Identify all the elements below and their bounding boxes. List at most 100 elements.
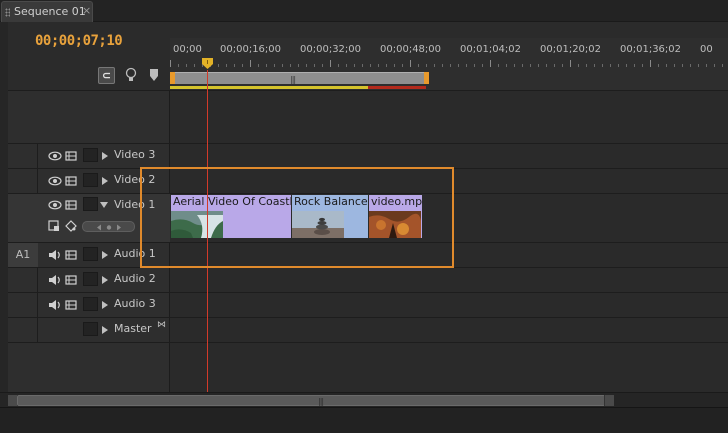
speaker-icon[interactable] (48, 249, 62, 261)
sync-lock-icon[interactable] (65, 176, 77, 186)
ruler-tick (338, 64, 339, 67)
ruler-tick (314, 64, 315, 67)
ruler-tick (482, 64, 483, 67)
ruler-tick (186, 64, 187, 67)
panel-edge (0, 22, 8, 392)
sync-lock-icon[interactable] (65, 250, 77, 260)
ruler-tick (426, 64, 427, 67)
ruler-tick (362, 64, 363, 67)
display-style-icon[interactable] (48, 220, 60, 232)
scroll-thumb[interactable]: ||| (17, 395, 613, 406)
ruler-tick (506, 64, 507, 67)
ruler-tick (650, 60, 651, 67)
lock-track-toggle[interactable] (83, 272, 98, 286)
ruler-tick (706, 64, 707, 67)
keyframe-icon[interactable] (149, 68, 159, 82)
ruler-tick (298, 64, 299, 67)
ruler-tick (618, 64, 619, 67)
expand-icon[interactable] (102, 251, 108, 259)
collapse-icon[interactable] (100, 202, 108, 208)
ruler-tick (290, 64, 291, 67)
ruler-tick (458, 64, 459, 67)
work-area-bar[interactable]: ||| (170, 72, 428, 84)
sync-lock-icon[interactable] (65, 200, 77, 210)
panel-footer (0, 407, 728, 433)
ruler-tick (378, 64, 379, 67)
expand-icon[interactable] (102, 326, 108, 334)
sync-lock-icon[interactable] (65, 151, 77, 161)
sync-lock-icon[interactable] (65, 300, 77, 310)
ruler-label: 00;01;04;02 (460, 44, 522, 55)
ruler-tick (570, 60, 571, 67)
ruler-tick (466, 64, 467, 67)
speaker-icon[interactable] (48, 274, 62, 286)
track-name: Master (114, 322, 152, 335)
ruler-tick (322, 64, 323, 67)
eye-icon[interactable] (48, 151, 62, 161)
sync-lock-icon[interactable] (65, 275, 77, 285)
keyframe-nav-control[interactable] (82, 221, 135, 232)
ruler-tick (634, 64, 635, 67)
eye-icon[interactable] (48, 176, 62, 186)
work-area-start-handle[interactable] (170, 72, 175, 84)
lock-track-toggle[interactable] (83, 173, 98, 187)
snap-icon[interactable]: ⊂ (98, 67, 115, 84)
scroll-left-handle[interactable] (8, 395, 17, 406)
grip-icon[interactable]: ||| (290, 75, 296, 84)
ruler-tick (522, 64, 523, 67)
ruler-tick (306, 64, 307, 67)
ruler-tick (594, 64, 595, 67)
ruler-tick (530, 64, 531, 67)
eye-icon[interactable] (48, 200, 62, 210)
ruler-label: 00;01;20;02 (540, 44, 602, 55)
lock-track-toggle[interactable] (83, 148, 98, 162)
expand-icon[interactable] (102, 276, 108, 284)
ruler-label: 00;01;36;02 (620, 44, 682, 55)
expand-icon[interactable] (102, 152, 108, 160)
ruler-tick (698, 64, 699, 67)
lock-track-toggle[interactable] (83, 297, 98, 311)
ruler-tick (370, 64, 371, 67)
ruler-tick (234, 64, 235, 67)
marker-icon[interactable] (124, 67, 138, 83)
playhead-handle[interactable] (202, 58, 213, 70)
lock-track-toggle[interactable] (83, 247, 98, 261)
ruler-tick (658, 64, 659, 67)
ruler-tick (394, 64, 395, 67)
keyframe-show-icon[interactable] (65, 220, 77, 232)
grip-icon[interactable] (5, 8, 10, 17)
work-area-end-handle[interactable] (424, 72, 429, 84)
tab-label: Sequence 01 (14, 5, 86, 18)
bowtie-icon[interactable]: ⋈ (157, 320, 166, 330)
divider (8, 90, 728, 91)
ruler-tick (346, 64, 347, 67)
time-ruler[interactable]: 00;00 00;00;16;00 00;00;32;00 00;00;48;0… (170, 38, 728, 90)
lock-track-toggle[interactable] (83, 322, 98, 336)
track-header-audio-2: Audio 2 (8, 268, 170, 292)
ruler-tick (538, 64, 539, 67)
ruler-tick (218, 64, 219, 67)
ruler-tick (642, 64, 643, 67)
ruler-label: 00 (700, 44, 713, 55)
expand-icon[interactable] (102, 177, 108, 185)
ruler-tick (666, 64, 667, 67)
ruler-tick (514, 64, 515, 67)
tab-sequence[interactable]: Sequence 01 × (1, 1, 93, 22)
ruler-tick (602, 64, 603, 67)
speaker-icon[interactable] (48, 299, 62, 311)
ruler-label: 00;00 (173, 44, 202, 55)
ruler-tick (330, 60, 331, 67)
track-header-master: Master (8, 318, 170, 342)
ruler-tick (250, 60, 251, 67)
close-icon[interactable]: × (82, 4, 91, 17)
scroll-right-handle[interactable] (604, 395, 614, 406)
ruler-tick (258, 64, 259, 67)
ruler-tick (226, 64, 227, 67)
ruler-tick (282, 64, 283, 67)
expand-icon[interactable] (102, 301, 108, 309)
current-timecode[interactable]: 00;00;07;10 (35, 33, 123, 49)
lock-track-toggle[interactable] (83, 197, 98, 211)
horizontal-scrollbar[interactable]: ||| (0, 392, 728, 407)
ruler-tick (450, 64, 451, 67)
ruler-tick (474, 64, 475, 67)
